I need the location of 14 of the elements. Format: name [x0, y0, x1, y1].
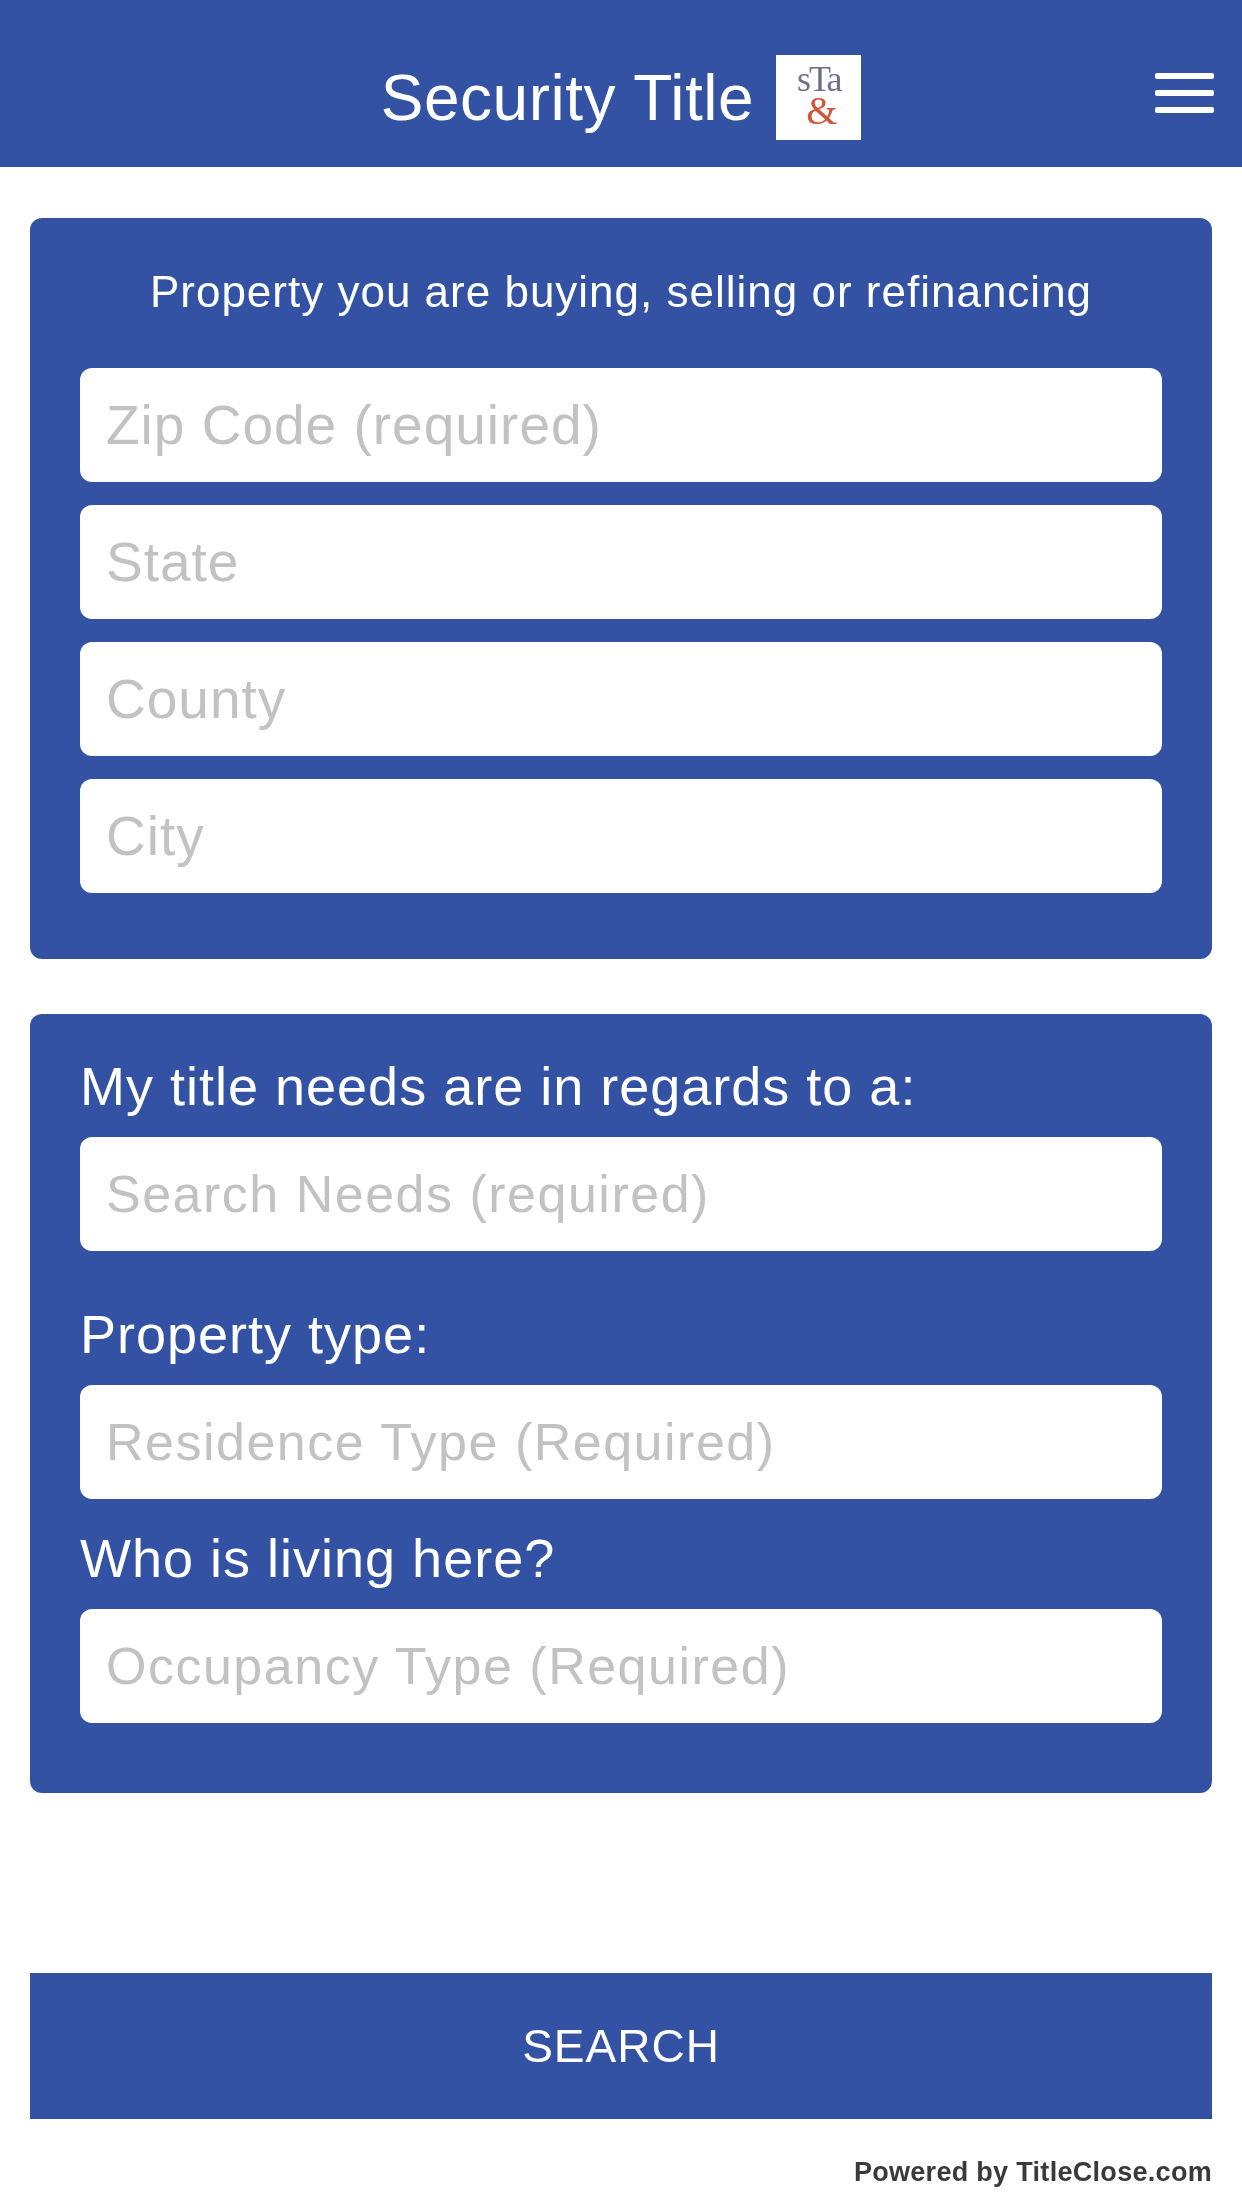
- input-field[interactable]: Search Needs (required): [80, 1137, 1162, 1251]
- field-label: Property type:: [80, 1306, 432, 1362]
- input-field[interactable]: Occupancy Type (Required): [80, 1609, 1162, 1723]
- input-field[interactable]: State: [80, 505, 1162, 619]
- input-field[interactable]: City: [80, 779, 1162, 893]
- card-heading: Property you are buying, selling or refinancing: [148, 268, 1094, 316]
- search-button[interactable]: SEARCH: [30, 1973, 1212, 2119]
- input-field[interactable]: County: [80, 642, 1162, 756]
- field-label: My title needs are in regards to a:: [80, 1058, 918, 1114]
- powered-by-text: Powered by TitleClose.com: [853, 2157, 1212, 2187]
- menu-icon[interactable]: [1155, 73, 1214, 113]
- input-field[interactable]: Residence Type (Required): [80, 1385, 1162, 1499]
- field-label: Who is living here?: [80, 1530, 557, 1586]
- input-field[interactable]: Zip Code (required): [80, 368, 1162, 482]
